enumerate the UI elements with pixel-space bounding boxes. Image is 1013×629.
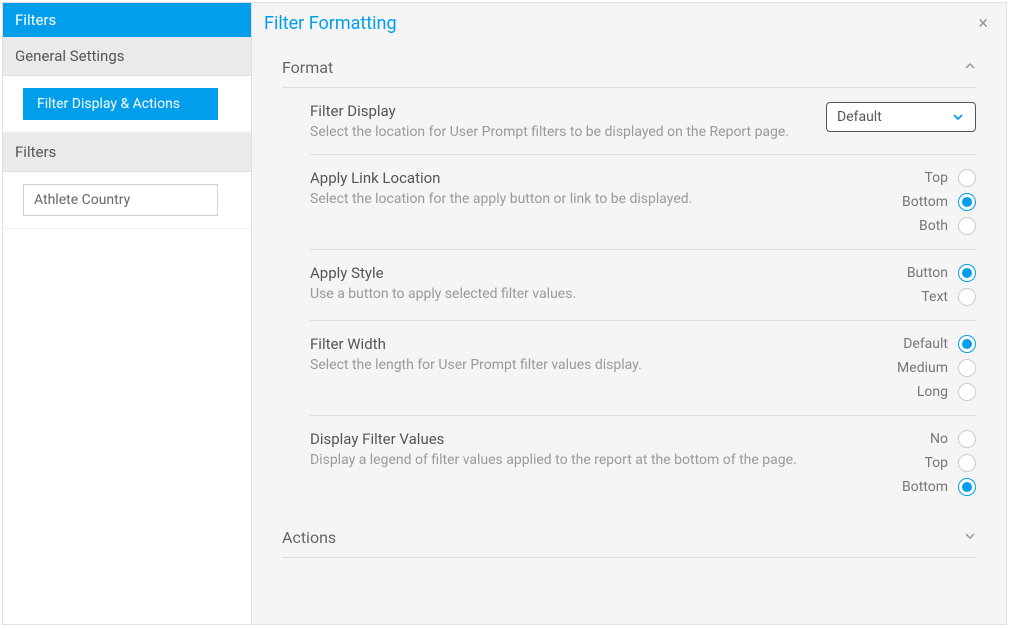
radio-icon [958,169,976,187]
display-values-no[interactable]: No [930,430,976,448]
chevron-down-icon [964,530,976,545]
field-apply-link: Apply Link Location Select the location … [310,155,976,250]
filter-display-value: Default [837,109,882,125]
radio-selected-icon [958,264,976,282]
apply-style-desc: Use a button to apply selected filter va… [310,286,806,302]
format-section-title: Format [282,58,333,77]
apply-style-button[interactable]: Button [907,264,976,282]
display-values-top-label: Top [924,455,948,471]
app-window: Filters General Settings Filter Display … [2,2,1007,625]
filter-width-label: Filter Width [310,335,806,353]
apply-style-button-label: Button [907,265,948,281]
sidebar-title: Filters [3,3,251,37]
apply-link-bottom[interactable]: Bottom [902,193,976,211]
radio-icon [958,217,976,235]
display-values-top[interactable]: Top [924,454,976,472]
sidebar-section-filters[interactable]: Filters [3,133,251,172]
filter-width-medium-label: Medium [897,360,948,376]
radio-selected-icon [958,193,976,211]
apply-link-top-label: Top [924,170,948,186]
apply-link-both-label: Both [919,218,948,234]
apply-link-label: Apply Link Location [310,169,806,187]
filter-width-desc: Select the length for User Prompt filter… [310,357,806,373]
apply-style-text-label: Text [921,289,948,305]
filter-width-long-label: Long [917,384,948,400]
apply-link-desc: Select the location for the apply button… [310,191,806,207]
field-display-values: Display Filter Values Display a legend o… [310,416,976,510]
apply-style-label: Apply Style [310,264,806,282]
field-filter-width: Filter Width Select the length for User … [310,321,976,416]
display-values-bottom-label: Bottom [902,479,948,495]
actions-section-title: Actions [282,528,336,547]
sidebar-section-general[interactable]: General Settings [3,37,251,76]
sidebar-item-wrap: Filter Display & Actions [3,76,251,133]
filter-width-default[interactable]: Default [903,335,976,353]
format-section-header[interactable]: Format [282,48,976,88]
filter-width-medium[interactable]: Medium [897,359,976,377]
display-values-label: Display Filter Values [310,430,806,448]
sidebar: Filters General Settings Filter Display … [3,3,252,624]
sidebar-filter-list: Athlete Country [3,172,251,229]
display-values-no-label: No [930,431,948,447]
filter-width-long[interactable]: Long [917,383,976,401]
field-apply-style: Apply Style Use a button to apply select… [310,250,976,321]
main-panel: Filter Formatting × Format Filter Displa… [252,3,1006,624]
filter-width-default-label: Default [903,336,948,352]
chevron-up-icon [964,60,976,75]
actions-section: Actions [252,510,1006,558]
radio-selected-icon [958,478,976,496]
radio-icon [958,359,976,377]
radio-icon [958,430,976,448]
display-values-desc: Display a legend of filter values applie… [310,452,806,468]
field-filter-display: Filter Display Select the location for U… [310,88,976,155]
display-values-bottom[interactable]: Bottom [902,478,976,496]
filter-display-desc: Select the location for User Prompt filt… [310,124,806,140]
format-section: Format Filter Display Select the locatio… [252,40,1006,510]
main-header: Filter Formatting × [252,3,1006,40]
sidebar-item-filter-display-actions[interactable]: Filter Display & Actions [23,88,218,120]
format-section-body: Filter Display Select the location for U… [282,88,976,510]
radio-icon [958,288,976,306]
filter-display-label: Filter Display [310,102,806,120]
page-title: Filter Formatting [264,13,397,34]
radio-icon [958,383,976,401]
filter-display-select[interactable]: Default [826,102,976,132]
filter-item-athlete-country[interactable]: Athlete Country [23,184,218,216]
close-icon[interactable]: × [978,15,988,33]
radio-selected-icon [958,335,976,353]
apply-link-top[interactable]: Top [924,169,976,187]
actions-section-header[interactable]: Actions [282,518,976,558]
apply-style-text[interactable]: Text [921,288,976,306]
radio-icon [958,454,976,472]
chevron-down-icon [951,110,965,124]
apply-link-bottom-label: Bottom [902,194,948,210]
apply-link-both[interactable]: Both [919,217,976,235]
